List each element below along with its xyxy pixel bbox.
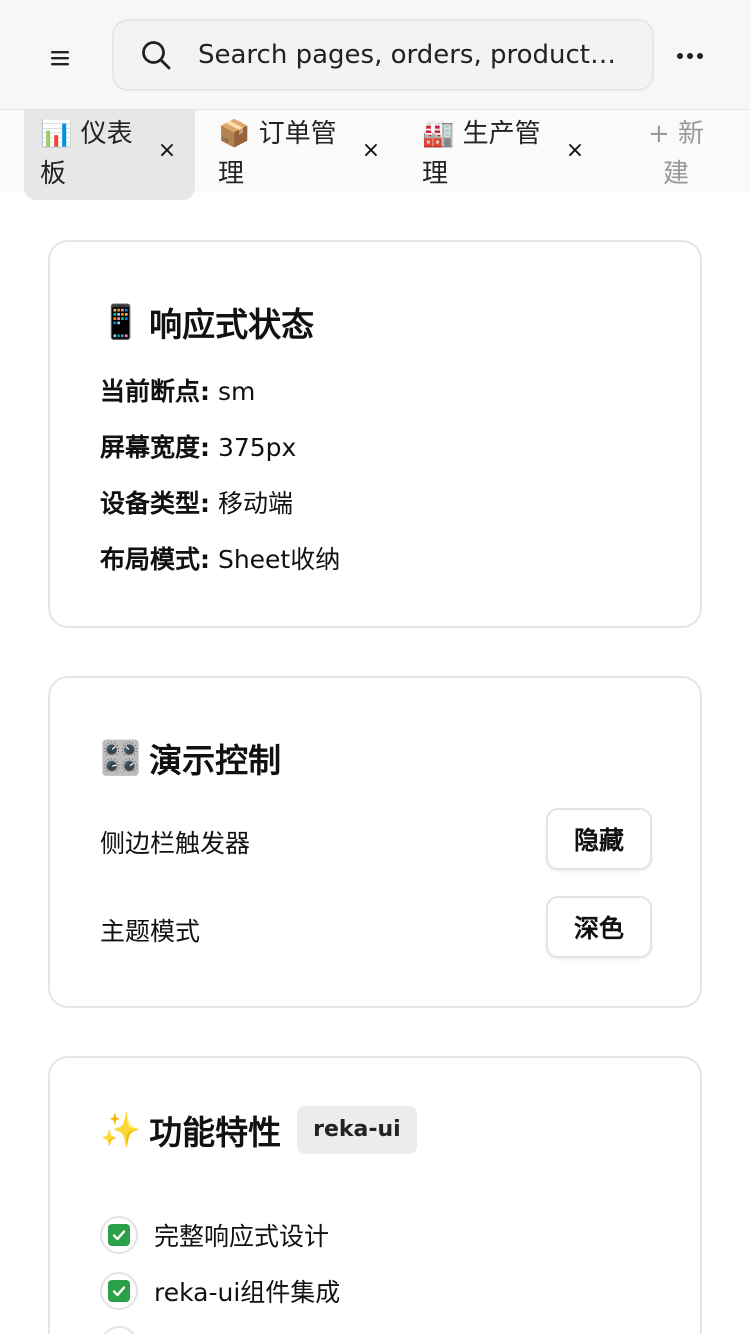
library-badge: reka-ui [297, 1106, 417, 1154]
tab-bar: 📊 仪表板 × 📦 订单管理 × 🏭 生产管理 × + 新建 [0, 110, 750, 200]
theme-dark-button[interactable]: 深色 [546, 896, 652, 958]
tab-close-icon[interactable]: × [152, 136, 182, 166]
row-value: 移动端 [217, 489, 293, 518]
features-card: ✨ 功能特性 reka-ui 完整响应式设计 reka-ui组件集成 [48, 1056, 702, 1334]
row-key: 屏幕宽度: [100, 433, 210, 462]
card-title: 🎛️ 演示控制 [100, 734, 281, 782]
screen-width-row: 屏幕宽度: 375px [100, 432, 296, 464]
row-key: 当前断点: [100, 377, 210, 406]
tab-close-icon[interactable]: × [356, 136, 386, 166]
layout-mode-row: 布局模式: Sheet收纳 [100, 544, 340, 576]
sidebar-hide-button[interactable]: 隐藏 [546, 808, 652, 870]
hamburger-icon [51, 51, 69, 66]
tab-close-icon[interactable]: × [560, 136, 590, 166]
more-horizontal-icon [677, 53, 703, 59]
card-title: 📱 响应式状态 [100, 298, 314, 346]
app-page: 📊 仪表板 × 📦 订单管理 × 🏭 生产管理 × + 新建 📱 响应式状态 当… [0, 0, 750, 1334]
row-value: 375px [217, 433, 297, 462]
control-knobs-icon: 🎛️ [100, 738, 142, 777]
search-icon [114, 19, 198, 91]
feature-label: reka-ui组件集成 [154, 1278, 341, 1307]
row-value: Sheet收纳 [217, 545, 341, 574]
tab-label: 🏭 生产管理 [422, 119, 541, 189]
feature-item-partial [100, 1326, 154, 1334]
card-title: ✨ 功能特性 reka-ui [100, 1106, 417, 1154]
tab-label: 📊 仪表板 [40, 119, 133, 189]
menu-button[interactable] [38, 36, 82, 80]
row-key: 布局模式: [100, 545, 210, 574]
theme-mode-label: 主题模式 [100, 917, 201, 946]
check-icon [100, 1272, 138, 1310]
responsive-status-card: 📱 响应式状态 当前断点: sm 屏幕宽度: 375px 设备类型: 移动端 布… [48, 240, 702, 628]
demo-control-card: 🎛️ 演示控制 侧边栏触发器 隐藏 主题模式 深色 [48, 676, 702, 1008]
card-title-text: 演示控制 [149, 741, 282, 780]
feature-item: reka-ui组件集成 [100, 1272, 340, 1310]
feature-item: 完整响应式设计 [100, 1216, 329, 1254]
device-type-row: 设备类型: 移动端 [100, 488, 293, 520]
feature-label: 完整响应式设计 [154, 1222, 330, 1251]
top-bar [0, 0, 750, 110]
check-icon [100, 1326, 138, 1334]
search-input[interactable] [198, 40, 652, 70]
new-tab-button[interactable]: + 新建 [640, 114, 712, 194]
row-value: sm [217, 377, 256, 406]
card-title-text: 功能特性 [149, 1113, 282, 1152]
breakpoint-row: 当前断点: sm [100, 376, 255, 408]
tab-label: 📦 订单管理 [218, 119, 337, 189]
phone-icon: 📱 [100, 302, 142, 341]
card-title-text: 响应式状态 [149, 305, 315, 344]
search-bar[interactable] [112, 19, 654, 91]
tab-dashboard[interactable]: 📊 仪表板 × [24, 110, 195, 200]
tab-orders[interactable]: 📦 订单管理 × [204, 110, 396, 200]
sidebar-trigger-label: 侧边栏触发器 [100, 829, 251, 858]
more-button[interactable] [666, 32, 714, 80]
tab-production[interactable]: 🏭 生产管理 × [408, 110, 600, 200]
sparkles-icon: ✨ [100, 1110, 142, 1149]
check-icon [100, 1216, 138, 1254]
row-key: 设备类型: [100, 489, 210, 518]
